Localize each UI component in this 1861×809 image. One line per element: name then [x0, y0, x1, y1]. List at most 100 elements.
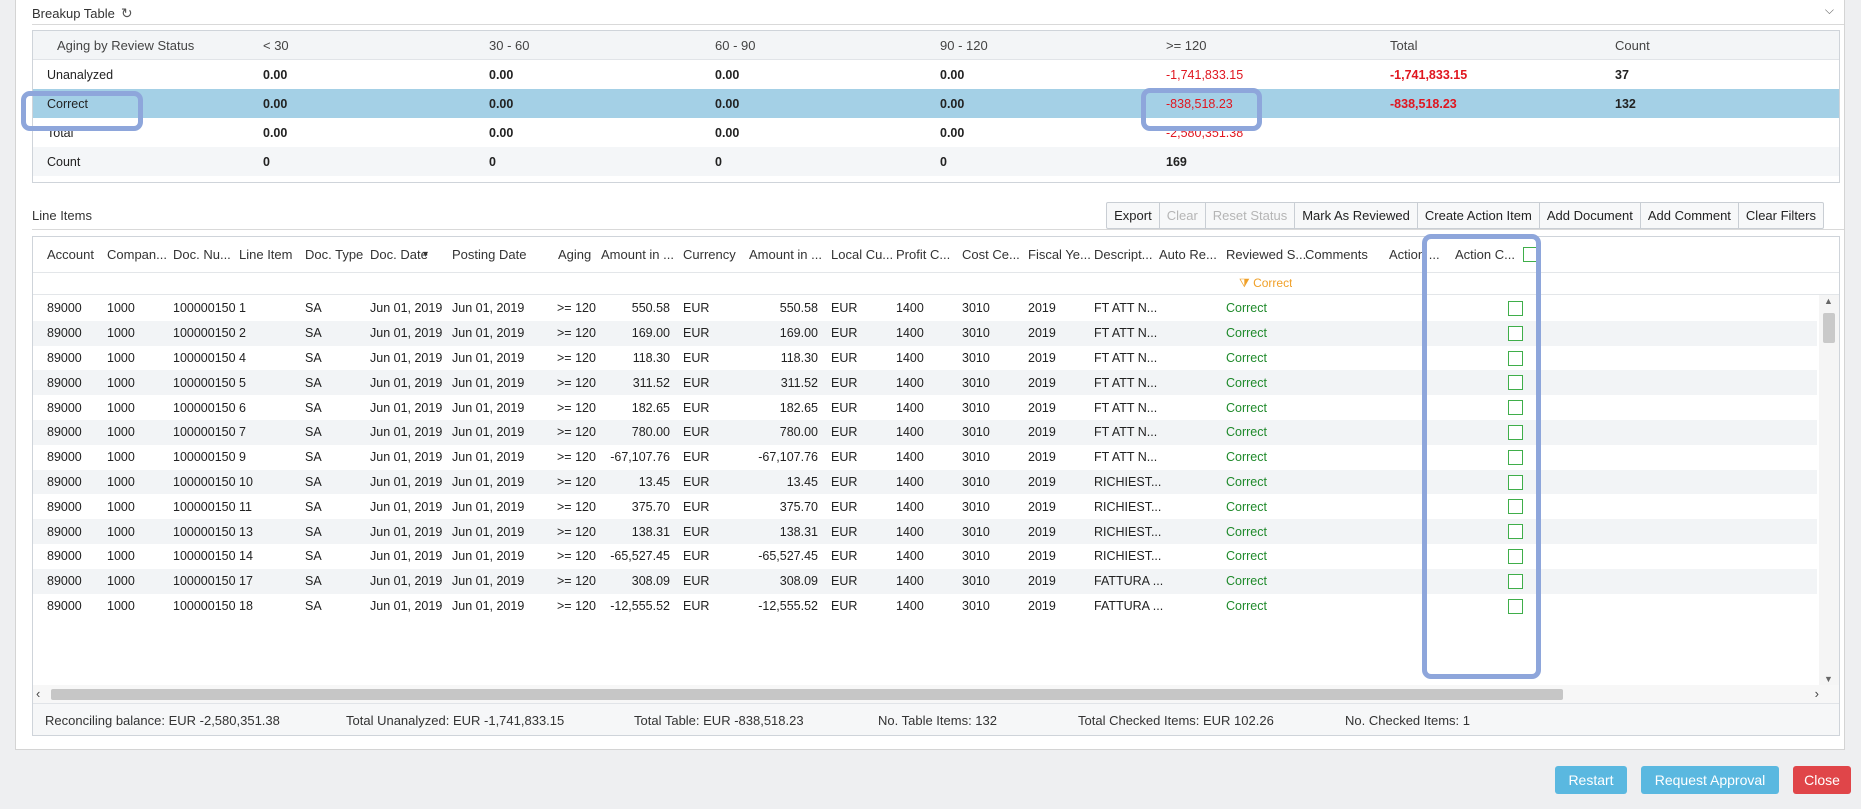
column-header[interactable]: Currency: [683, 247, 736, 262]
scrollbar-thumb[interactable]: [1823, 313, 1835, 343]
breakup-cell: -1,741,833.15: [1390, 67, 1468, 82]
column-header[interactable]: Descript...: [1094, 247, 1153, 262]
export-button[interactable]: Export: [1107, 203, 1160, 228]
column-header[interactable]: Amount in ...: [601, 247, 674, 262]
refresh-icon[interactable]: ↻: [121, 5, 133, 22]
table-row[interactable]: 89000 1000 100000150 6 SA Jun 01, 2019 Jun 01,…: [33, 395, 1817, 420]
breakup-column-header[interactable]: 30 - 60: [489, 38, 529, 53]
breakup-column-header[interactable]: < 30: [263, 38, 289, 53]
table-row[interactable]: 89000 1000 100000150 5 SA Jun 01, 2019 Jun 01,…: [33, 370, 1817, 396]
row-checkbox[interactable]: [1508, 573, 1523, 589]
table-row[interactable]: 89000 1000 100000150 1 SA Jun 01, 2019 Jun 01,…: [33, 296, 1817, 321]
column-header[interactable]: Action C...: [1455, 247, 1515, 262]
table-cell: 89000: [47, 350, 82, 365]
row-checkbox[interactable]: [1508, 524, 1523, 540]
table-row[interactable]: 89000 1000 100000150 18 SA Jun 01, 2019 Jun 01…: [33, 594, 1817, 619]
column-header[interactable]: Reviewed S...: [1226, 247, 1306, 262]
row-checkbox[interactable]: [1508, 449, 1523, 465]
row-checkbox[interactable]: [1508, 598, 1523, 614]
row-checkbox[interactable]: [1508, 325, 1523, 341]
table-row[interactable]: 89000 1000 100000150 14 SA Jun 01, 2019 Jun 01…: [33, 544, 1817, 569]
breakup-column-header[interactable]: 60 - 90: [715, 38, 755, 53]
table-row[interactable]: 89000 1000 100000150 11 SA Jun 01, 2019 Jun 01…: [33, 494, 1817, 519]
breakup-column-header[interactable]: Aging by Review Status: [57, 38, 194, 53]
column-header[interactable]: Posting Date: [452, 247, 526, 262]
row-checkbox[interactable]: [1508, 400, 1523, 416]
table-row[interactable]: 89000 1000 100000150 17 SA Jun 01, 2019 Jun 01…: [33, 568, 1817, 594]
breakup-row[interactable]: Unanalyzed 0.00 0.00 0.00 0.00 -1,741,833.15 -…: [33, 60, 1839, 89]
column-header[interactable]: Doc. Type: [305, 247, 363, 262]
table-cell: 100000150: [173, 598, 236, 613]
row-checkbox[interactable]: [1508, 499, 1523, 515]
column-header[interactable]: Compan...: [107, 247, 167, 262]
column-header[interactable]: Line Item: [239, 247, 292, 262]
table-cell: 1000: [107, 350, 135, 365]
table-cell: EUR: [831, 450, 858, 465]
column-header[interactable]: Profit C...: [896, 247, 950, 262]
reset-status-button[interactable]: Reset Status: [1206, 203, 1296, 228]
breakup-column-header[interactable]: 90 - 120: [940, 38, 988, 53]
horizontal-scrollbar[interactable]: ‹ ›: [33, 685, 1839, 703]
table-row[interactable]: 89000 1000 100000150 4 SA Jun 01, 2019 Jun 01,…: [33, 346, 1817, 371]
column-header[interactable]: Aging: [558, 247, 591, 262]
table-cell: >= 120: [557, 499, 596, 514]
table-cell: 18: [239, 598, 253, 613]
scroll-up-icon[interactable]: ▲: [1824, 296, 1833, 306]
clear-filters-button[interactable]: Clear Filters: [1739, 203, 1823, 228]
table-cell: Jun 01, 2019: [370, 301, 443, 316]
column-header[interactable]: Auto Re...: [1159, 247, 1217, 262]
breakup-row[interactable]: Count 0 0 0 0 169: [33, 147, 1839, 176]
breakup-column-header[interactable]: Total: [1390, 38, 1417, 53]
table-cell: FT ATT N...: [1094, 450, 1158, 465]
breakup-row[interactable]: Total 0.00 0.00 0.00 0.00 -2,580,351.38: [33, 118, 1839, 147]
scroll-left-icon[interactable]: ‹: [36, 686, 40, 701]
request-approval-button[interactable]: Request Approval: [1641, 766, 1779, 794]
table-cell: 100000150: [173, 350, 236, 365]
restart-button[interactable]: Restart: [1555, 766, 1627, 794]
column-header[interactable]: Account: [47, 247, 94, 262]
column-header[interactable]: Doc. Nu...: [173, 247, 231, 262]
table-cell: 1400: [896, 350, 924, 365]
table-row[interactable]: 89000 1000 100000150 10 SA Jun 01, 2019 Jun 01…: [33, 469, 1817, 495]
select-all-checkbox[interactable]: [1523, 247, 1538, 262]
amount-cell: 138.31: [631, 524, 670, 539]
row-checkbox[interactable]: [1508, 375, 1523, 391]
vertical-scrollbar[interactable]: ▲ ▼: [1819, 295, 1839, 685]
breakup-column-header[interactable]: >= 120: [1166, 38, 1207, 53]
table-row[interactable]: 89000 1000 100000150 13 SA Jun 01, 2019 Jun 01…: [33, 519, 1817, 544]
scroll-right-icon[interactable]: ›: [1815, 686, 1819, 701]
close-button[interactable]: Close: [1793, 766, 1851, 794]
add-document-button[interactable]: Add Document: [1540, 203, 1641, 228]
row-checkbox[interactable]: [1508, 474, 1523, 490]
column-header[interactable]: Doc. Date: [370, 247, 428, 262]
scroll-down-icon[interactable]: ▼: [1824, 674, 1833, 684]
table-row[interactable]: 89000 1000 100000150 7 SA Jun 01, 2019 Jun 01,…: [33, 420, 1817, 445]
table-cell: Jun 01, 2019: [452, 574, 525, 589]
add-comment-button[interactable]: Add Comment: [1641, 203, 1739, 228]
create-action-item-button[interactable]: Create Action Item: [1418, 203, 1540, 228]
chevron-down-icon[interactable]: ⌵: [1825, 3, 1834, 18]
row-checkbox[interactable]: [1508, 301, 1523, 316]
mark-as-reviewed-button[interactable]: Mark As Reviewed: [1295, 203, 1418, 228]
column-header[interactable]: Amount in ...: [749, 247, 822, 262]
table-cell: EUR: [683, 301, 710, 316]
column-header[interactable]: Comments: [1305, 247, 1368, 262]
table-cell: EUR: [831, 301, 858, 316]
table-row[interactable]: 89000 1000 100000150 2 SA Jun 01, 2019 Jun 01,…: [33, 320, 1817, 346]
scrollbar-thumb[interactable]: [51, 689, 1563, 700]
table-cell: SA: [305, 400, 322, 415]
column-header[interactable]: Local Cu...: [831, 247, 893, 262]
row-checkbox[interactable]: [1508, 425, 1523, 440]
breakup-row[interactable]: Correct 0.00 0.00 0.00 0.00 -838,518.23 -838,5…: [33, 89, 1839, 118]
row-checkbox[interactable]: [1508, 350, 1523, 366]
column-header[interactable]: Cost Ce...: [962, 247, 1020, 262]
column-header[interactable]: Action ...: [1389, 247, 1440, 262]
sort-down-icon[interactable]: ▾: [423, 249, 428, 260]
breakup-column-header[interactable]: Count: [1615, 38, 1650, 53]
column-header[interactable]: Fiscal Ye...: [1028, 247, 1091, 262]
reviewed-status-filter[interactable]: ⧩ Correct: [1239, 276, 1292, 291]
table-cell: Correct: [1226, 375, 1267, 390]
clear-button[interactable]: Clear: [1160, 203, 1206, 228]
row-checkbox[interactable]: [1508, 549, 1523, 564]
table-row[interactable]: 89000 1000 100000150 9 SA Jun 01, 2019 Jun 01,…: [33, 445, 1817, 470]
